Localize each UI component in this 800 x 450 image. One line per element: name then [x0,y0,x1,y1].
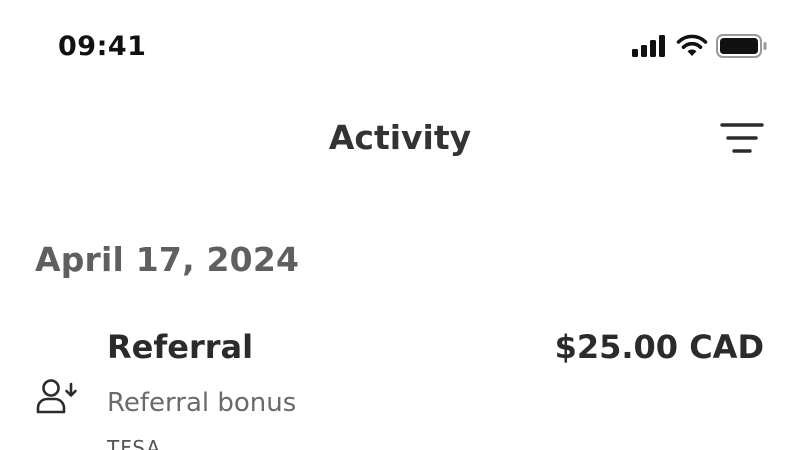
transaction-subtitle: Referral bonus [107,388,297,418]
section-date-header: April 17, 2024 [35,240,300,279]
transaction-account: TFSA [107,436,162,450]
battery-icon [716,34,768,58]
status-time: 09:41 [58,31,147,62]
person-receive-icon [36,378,80,416]
nav-header: Activity [0,96,800,184]
filter-button[interactable] [720,120,764,156]
page-title: Activity [328,118,472,157]
filter-lines-icon [720,123,764,153]
status-icons [632,34,768,58]
transaction-amount: $25.00 CAD [554,328,764,366]
wifi-icon [676,34,708,58]
transaction-row[interactable]: Referral $25.00 CAD Referral bonus TFSA [0,318,800,450]
transaction-title: Referral [107,328,254,366]
cellular-signal-icon [632,35,668,57]
status-bar: 09:41 [0,0,800,96]
